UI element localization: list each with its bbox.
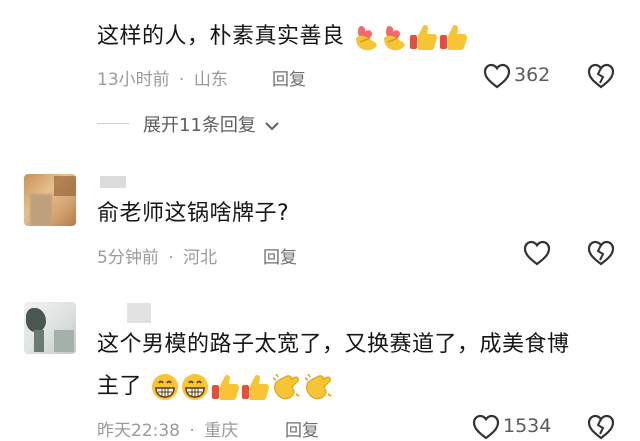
like-count: 1534 [503,415,552,437]
avatar[interactable] [24,302,76,354]
expand-replies-button[interactable]: 展开11条回复 [143,111,280,137]
comment-2-meta: 5分钟前 · 河北 [97,243,217,268]
expand-divider [97,123,129,124]
like-icon[interactable] [523,240,551,266]
comment-1-reply-button[interactable]: 回复 [272,65,306,90]
comment-location: 河北 [183,248,218,268]
thumbs-up-icon [438,22,468,52]
finger-heart-icon [352,22,380,52]
comment-time: 13小时前 [97,70,170,90]
comment-3-meta: 昨天22:38 · 重庆 [97,416,238,441]
clapping-hands-icon [302,372,334,402]
thumbs-up-icon [210,372,240,402]
like-count: 362 [514,64,551,86]
thumbs-up-icon [408,22,438,52]
like-icon[interactable] [483,63,511,89]
meta-separator: · [179,70,185,90]
meta-separator: · [168,248,174,268]
username-placeholder[interactable] [100,176,126,188]
comment-1-text: 这样的人，朴素真实善良 [97,16,468,58]
comment-time: 昨天22:38 [97,421,180,441]
dislike-icon[interactable] [587,63,615,89]
dislike-icon[interactable] [587,240,615,266]
username-placeholder[interactable] [127,303,151,323]
comment-3-reply-button[interactable]: 回复 [285,416,319,441]
dislike-icon[interactable] [587,414,615,440]
meta-separator: · [189,421,195,441]
comment-3-text-line1: 这个男模的路子太宽了，又换赛道了，成美食博 [97,332,570,357]
avatar[interactable] [24,174,76,226]
comment-3-text-line2: 主了 [97,366,334,408]
comment-2-reply-button[interactable]: 回复 [263,243,297,268]
clapping-hands-icon [270,372,302,402]
comment-time: 5分钟前 [97,248,159,268]
like-icon[interactable] [472,414,500,440]
grinning-face-icon [180,372,210,402]
thumbs-up-icon [240,372,270,402]
comment-2-text: 俞老师这锅啥牌子? [97,201,290,226]
comment-location: 重庆 [204,421,239,441]
grinning-face-icon [150,372,180,402]
comment-1-meta: 13小时前 · 山东 [97,65,228,90]
finger-heart-icon [380,22,408,52]
chevron-down-icon [264,120,280,132]
comment-location: 山东 [193,70,228,90]
